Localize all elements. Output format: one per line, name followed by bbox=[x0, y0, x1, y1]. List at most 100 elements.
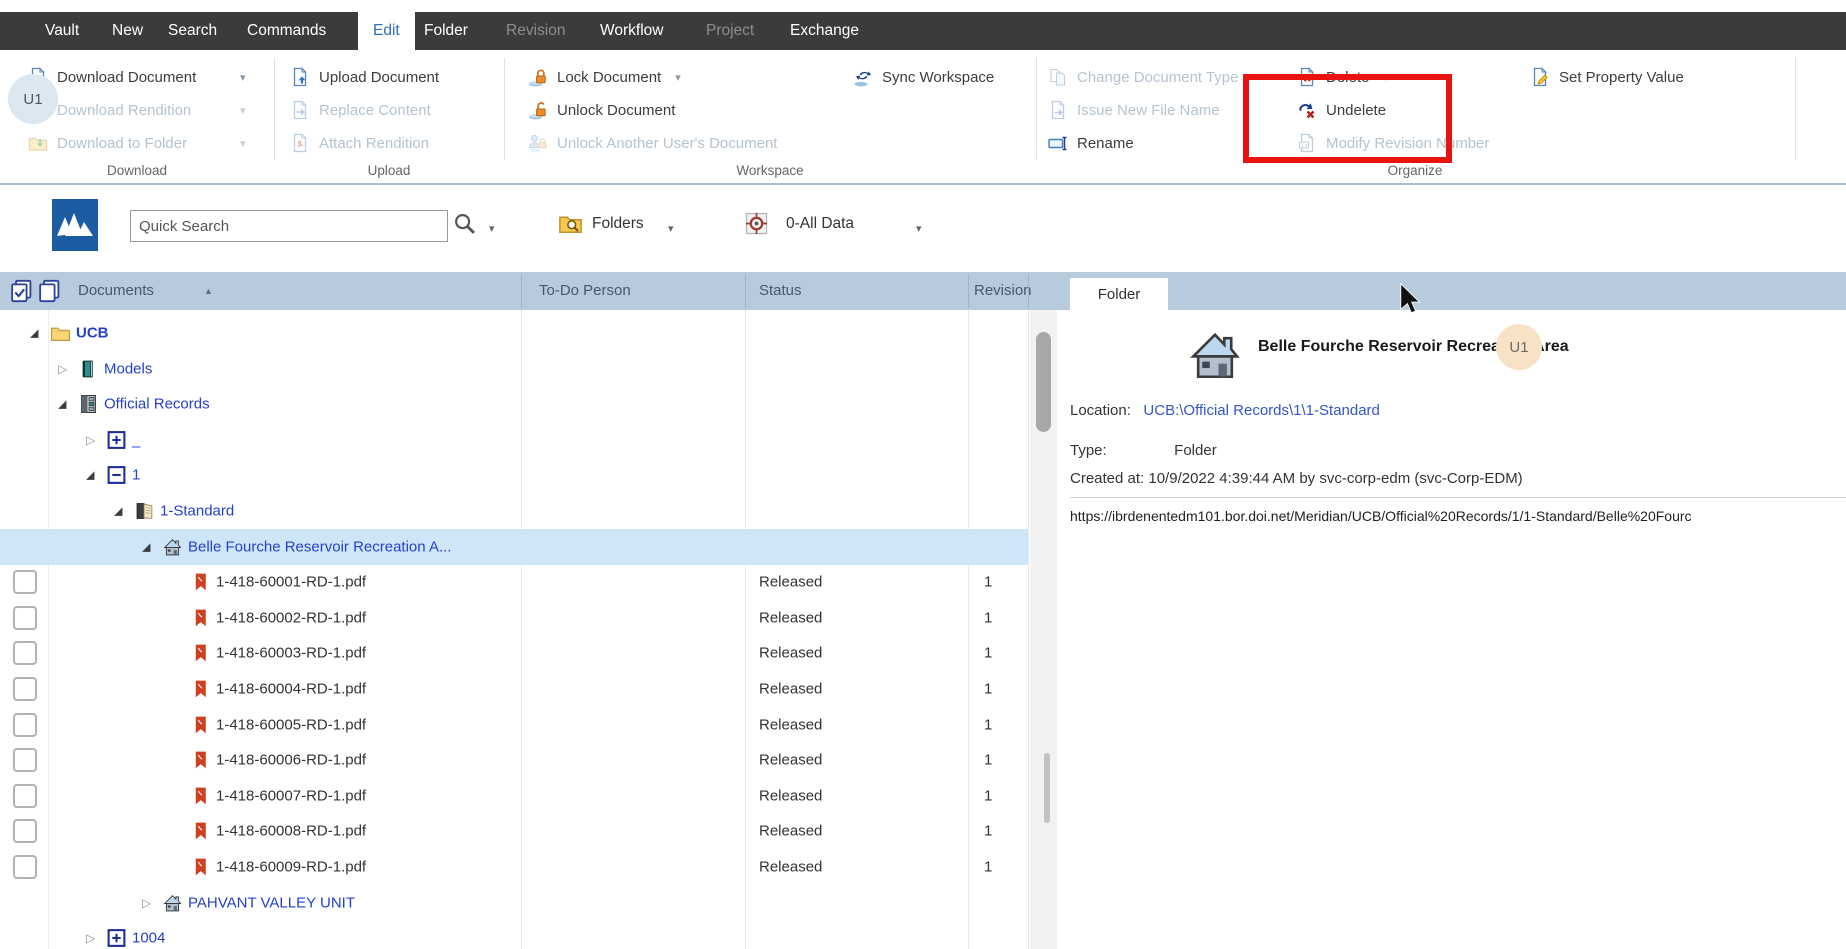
tree-item-label[interactable]: PAHVANT VALLEY UNIT bbox=[188, 895, 355, 912]
scope-dropdown-icon[interactable]: ▾ bbox=[916, 222, 922, 235]
menu-item-search[interactable]: Search bbox=[168, 12, 217, 50]
expand-arrow-icon[interactable]: ▷ bbox=[58, 362, 67, 376]
column-header-revision[interactable]: Revision bbox=[974, 282, 1032, 299]
table-row-models[interactable]: ▷ Models bbox=[0, 351, 1028, 387]
search-options-dropdown-icon[interactable]: ▾ bbox=[489, 222, 495, 235]
table-row-belle-fourche-reservoir-recreation-a[interactable]: ◢ Belle Fourche Reservoir Recreation A... bbox=[0, 529, 1028, 565]
ribbon-button-label: Lock Document bbox=[557, 69, 661, 86]
row-checkbox[interactable] bbox=[13, 819, 37, 843]
row-checkbox[interactable] bbox=[13, 677, 37, 701]
dropdown-arrow-icon[interactable]: ▾ bbox=[1383, 71, 1389, 84]
table-row-1[interactable]: ◢1 bbox=[0, 457, 1028, 493]
expand-arrow-icon[interactable]: ▷ bbox=[86, 433, 95, 447]
table-row-[interactable]: ▷_ bbox=[0, 422, 1028, 458]
tree-item-label[interactable]: _ bbox=[132, 432, 140, 449]
document-name[interactable]: 1-418-60003-RD-1.pdf bbox=[216, 645, 366, 662]
table-row-document[interactable]: 1-418-60003-RD-1.pdfReleased1 bbox=[0, 635, 1028, 671]
document-name[interactable]: 1-418-60004-RD-1.pdf bbox=[216, 681, 366, 698]
tree-item-label[interactable]: Belle Fourche Reservoir Recreation A... bbox=[188, 539, 451, 556]
sort-ascending-icon[interactable]: ▲ bbox=[204, 286, 213, 296]
table-row-document[interactable]: 1-418-60001-RD-1.pdfReleased1 bbox=[0, 564, 1028, 600]
folders-view-button[interactable]: Folders bbox=[592, 215, 644, 233]
column-header-status[interactable]: Status bbox=[759, 282, 802, 299]
scrollbar-fragment[interactable] bbox=[1044, 753, 1050, 823]
expand-arrow-icon[interactable]: ▷ bbox=[86, 931, 95, 945]
table-row-ucb[interactable]: ◢ UCB bbox=[0, 315, 1028, 351]
table-row-document[interactable]: 1-418-60008-RD-1.pdfReleased1 bbox=[0, 813, 1028, 849]
scrollbar-thumb[interactable] bbox=[1036, 332, 1051, 432]
tab-folder[interactable]: Folder bbox=[1070, 278, 1168, 310]
row-checkbox[interactable] bbox=[13, 748, 37, 772]
column-header-todo-person[interactable]: To-Do Person bbox=[539, 282, 631, 299]
table-row-document[interactable]: 1-418-60004-RD-1.pdfReleased1 bbox=[0, 671, 1028, 707]
tree-item-label[interactable]: 1 bbox=[132, 467, 140, 484]
table-row-official-records[interactable]: ◢ Official Records bbox=[0, 386, 1028, 422]
document-name[interactable]: 1-418-60007-RD-1.pdf bbox=[216, 788, 366, 805]
scope-selector-button[interactable]: 0-All Data bbox=[786, 215, 854, 233]
menu-item-exchange[interactable]: Exchange bbox=[790, 12, 859, 50]
table-row-document[interactable]: 1-418-60002-RD-1.pdfReleased1 bbox=[0, 600, 1028, 636]
replace-content-icon bbox=[290, 100, 310, 120]
location-link[interactable]: UCB:\Official Records\1\1-Standard bbox=[1143, 402, 1380, 419]
tree-item-label[interactable]: UCB bbox=[76, 325, 109, 342]
upload-document-button[interactable]: Upload Document bbox=[290, 62, 439, 92]
table-row-document[interactable]: 1-418-60009-RD-1.pdfReleased1 bbox=[0, 849, 1028, 885]
undelete-button[interactable]: Undelete bbox=[1297, 95, 1386, 125]
expand-arrow-icon[interactable]: ▷ bbox=[142, 896, 151, 910]
select-all-icon[interactable] bbox=[10, 279, 34, 308]
set-property-value-button[interactable]: Set Property Value bbox=[1530, 62, 1684, 92]
document-name[interactable]: 1-418-60002-RD-1.pdf bbox=[216, 610, 366, 627]
table-row-document[interactable]: 1-418-60006-RD-1.pdfReleased1 bbox=[0, 742, 1028, 778]
tree-item-label[interactable]: Models bbox=[104, 361, 152, 378]
menu-item-edit[interactable]: Edit bbox=[358, 12, 415, 50]
collapse-arrow-icon[interactable]: ◢ bbox=[86, 469, 94, 482]
lock-document-button[interactable]: Lock Document ▾ bbox=[528, 62, 681, 92]
document-name[interactable]: 1-418-60001-RD-1.pdf bbox=[216, 574, 366, 591]
collapse-arrow-icon[interactable]: ◢ bbox=[142, 541, 150, 554]
rename-button[interactable]: Rename bbox=[1048, 128, 1134, 158]
table-row-1004[interactable]: ▷ 1004 bbox=[0, 920, 1028, 949]
sync-workspace-button[interactable]: Sync Workspace bbox=[853, 62, 994, 92]
row-checkbox[interactable] bbox=[13, 570, 37, 594]
collapse-arrow-icon[interactable]: ◢ bbox=[114, 505, 122, 518]
folders-dropdown-icon[interactable]: ▾ bbox=[668, 222, 674, 235]
dropdown-arrow-icon[interactable]: ▾ bbox=[675, 71, 681, 84]
revision-cell: 1 bbox=[984, 788, 992, 805]
table-row-pahvant-valley-unit[interactable]: ▷ PAHVANT VALLEY UNIT bbox=[0, 885, 1028, 921]
search-icon[interactable] bbox=[453, 212, 477, 241]
folder-url[interactable]: https://ibrdenentedm101.bor.doi.net/Meri… bbox=[1070, 508, 1692, 524]
menu-item-workflow[interactable]: Workflow bbox=[600, 12, 663, 50]
table-row-document[interactable]: 1-418-60005-RD-1.pdfReleased1 bbox=[0, 707, 1028, 743]
table-row-1-standard[interactable]: ◢ 1-Standard bbox=[0, 493, 1028, 529]
row-checkbox[interactable] bbox=[13, 713, 37, 737]
delete-button[interactable]: Delete▾ bbox=[1297, 62, 1389, 92]
ribbon-button-label: Replace Content bbox=[319, 102, 431, 119]
row-checkbox[interactable] bbox=[13, 855, 37, 879]
collapse-arrow-icon[interactable]: ◢ bbox=[30, 327, 38, 340]
quick-search-input[interactable] bbox=[130, 210, 448, 242]
row-checkbox[interactable] bbox=[13, 641, 37, 665]
document-name[interactable]: 1-418-60008-RD-1.pdf bbox=[216, 823, 366, 840]
status-cell: Released bbox=[759, 859, 822, 876]
revision-cell: 1 bbox=[984, 645, 992, 662]
menu-item-vault[interactable]: Vault bbox=[45, 12, 79, 50]
unlock-document-button[interactable]: Unlock Document bbox=[528, 95, 675, 125]
row-checkbox[interactable] bbox=[13, 784, 37, 808]
document-name[interactable]: 1-418-60006-RD-1.pdf bbox=[216, 752, 366, 769]
table-row-document[interactable]: 1-418-60007-RD-1.pdfReleased1 bbox=[0, 778, 1028, 814]
column-header-documents[interactable]: Documents bbox=[78, 282, 154, 299]
menu-item-folder[interactable]: Folder bbox=[424, 12, 468, 50]
clear-selection-icon[interactable] bbox=[38, 279, 62, 308]
row-checkbox[interactable] bbox=[13, 606, 37, 630]
ribbon-separator bbox=[1036, 58, 1037, 160]
menu-item-commands[interactable]: Commands bbox=[247, 12, 326, 50]
rename-icon bbox=[1048, 133, 1068, 153]
tree-item-label[interactable]: 1-Standard bbox=[160, 503, 234, 520]
collapse-arrow-icon[interactable]: ◢ bbox=[58, 398, 66, 411]
document-name[interactable]: 1-418-60009-RD-1.pdf bbox=[216, 859, 366, 876]
tree-item-label[interactable]: 1004 bbox=[132, 930, 165, 947]
menu-item-new[interactable]: New bbox=[112, 12, 143, 50]
document-name[interactable]: 1-418-60005-RD-1.pdf bbox=[216, 717, 366, 734]
dropdown-arrow-icon[interactable]: ▾ bbox=[240, 71, 246, 84]
tree-item-label[interactable]: Official Records bbox=[104, 396, 210, 413]
